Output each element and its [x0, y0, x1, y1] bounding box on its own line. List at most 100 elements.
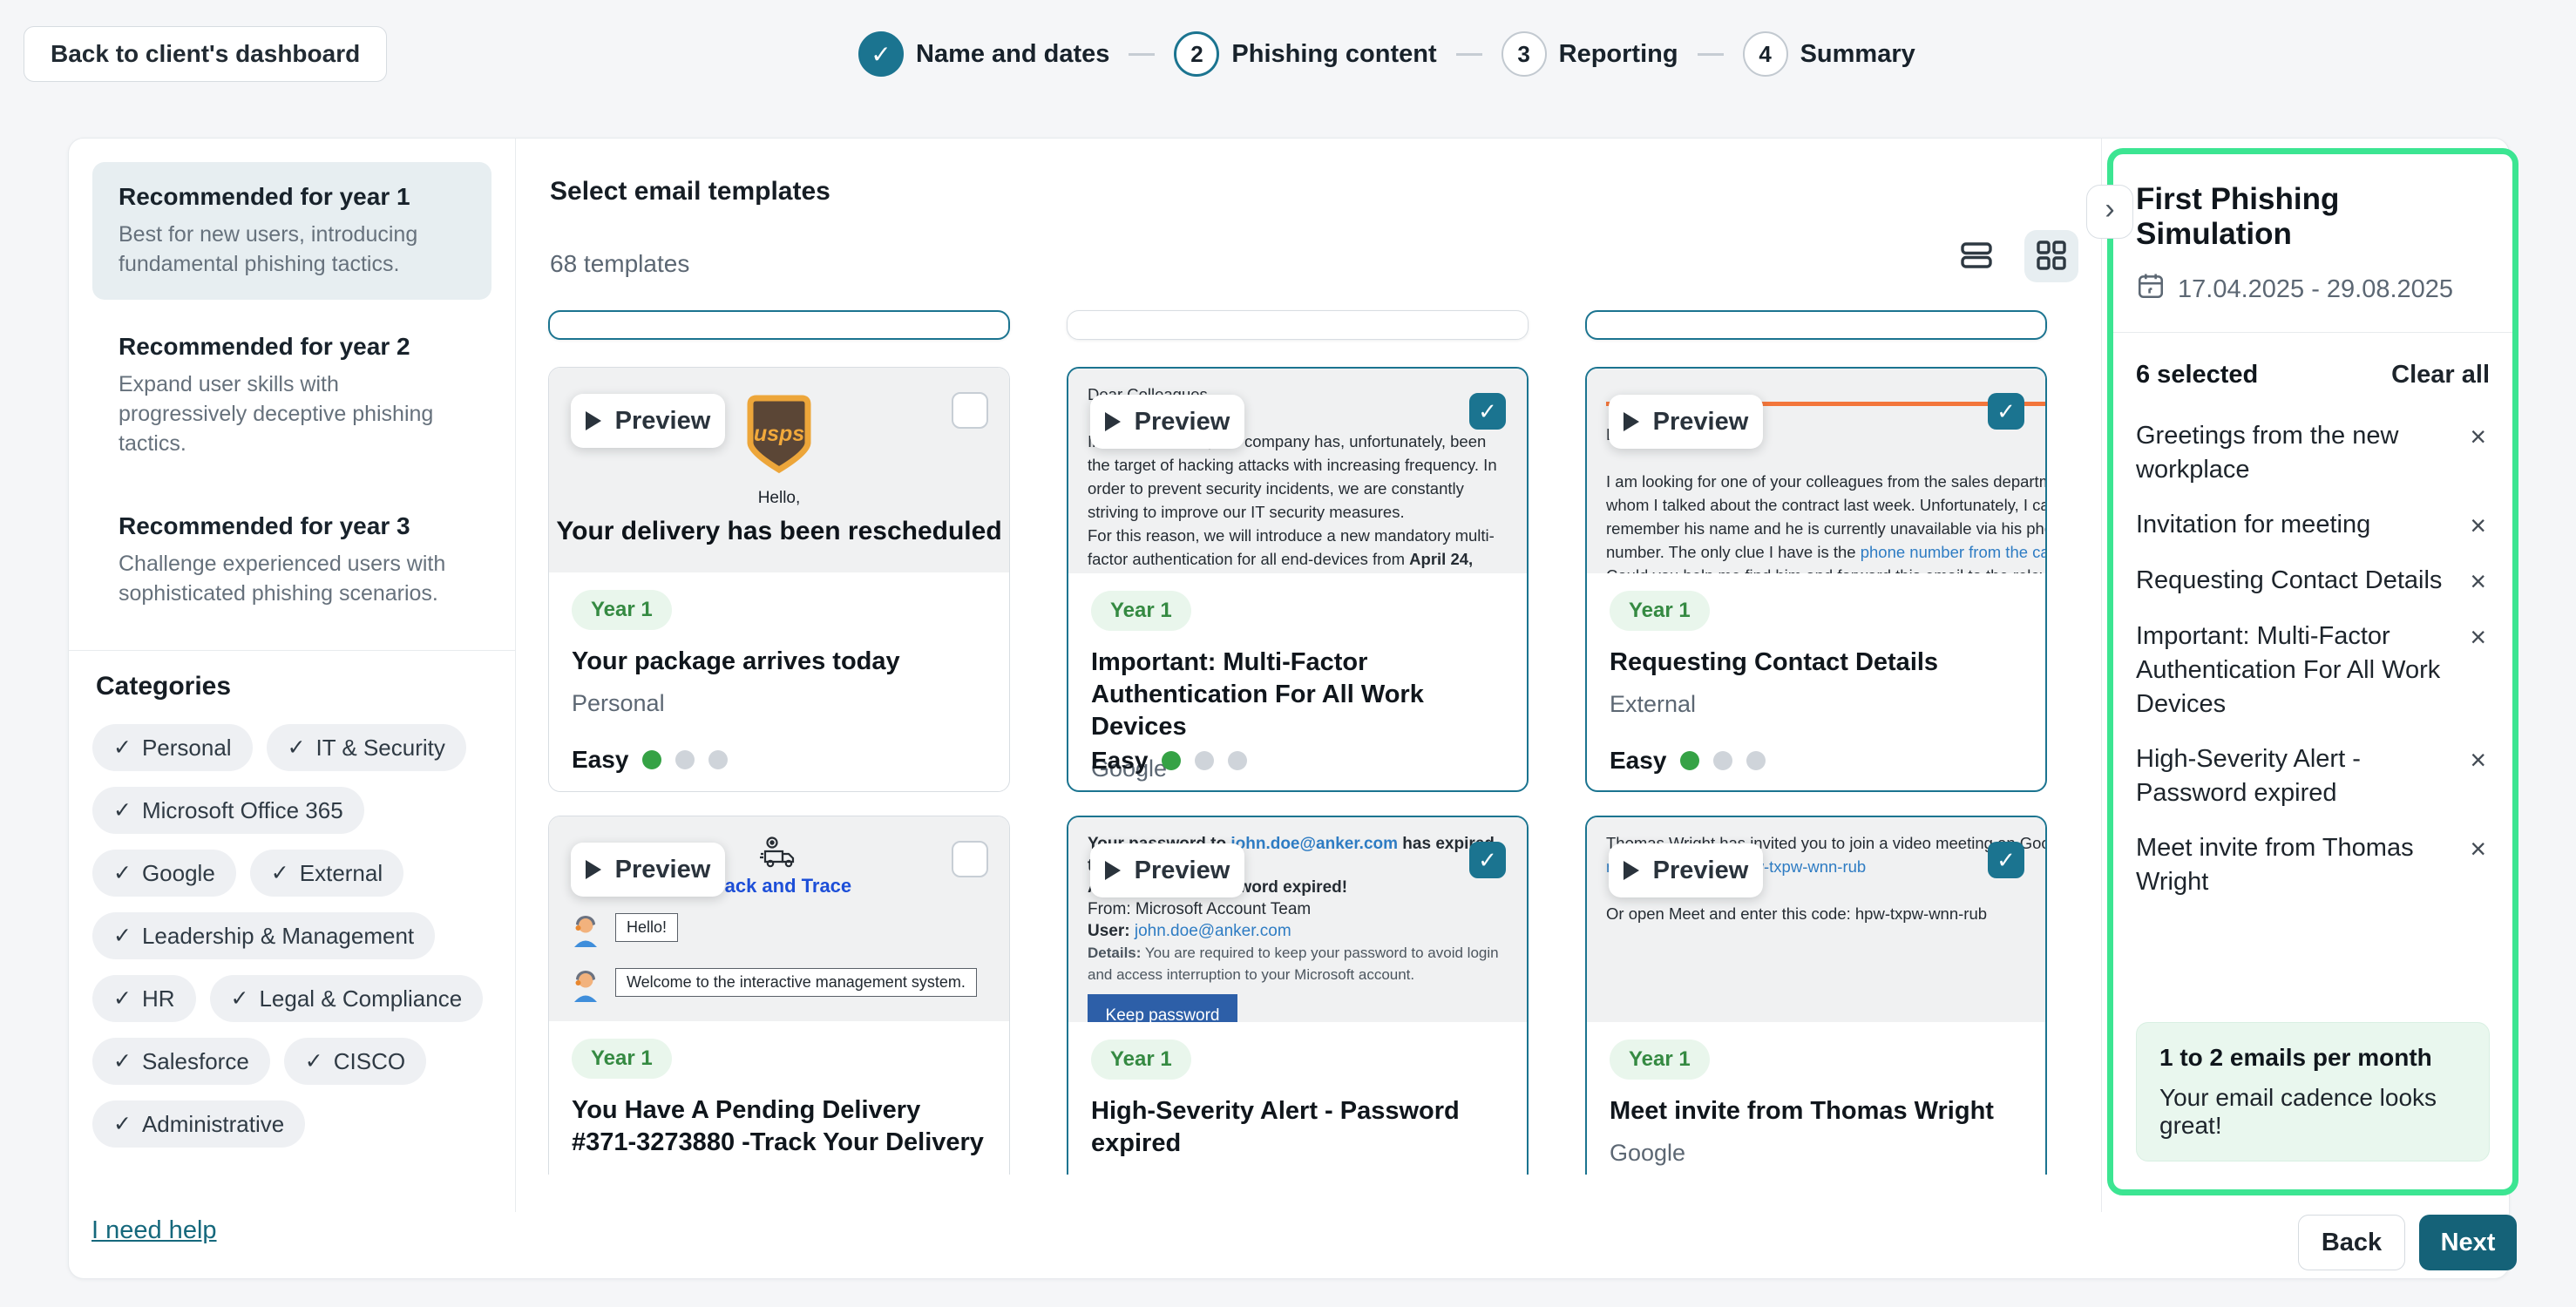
category-chip-external[interactable]: ✓External — [250, 850, 403, 897]
selected-count: 6 selected — [2136, 361, 2258, 389]
check-icon: ✓ — [113, 735, 132, 761]
template-checkbox[interactable]: ✓ — [1988, 393, 2024, 430]
year-badge: Year 1 — [1091, 591, 1191, 631]
keep-password-button[interactable]: Keep password — [1088, 994, 1237, 1022]
category-chip-microsoft-office-365[interactable]: ✓Microsoft Office 365 — [92, 787, 364, 834]
category-chip-legal-compliance[interactable]: ✓Legal & Compliance — [210, 975, 484, 1022]
preview-button[interactable]: Preview — [571, 394, 725, 448]
selected-template-name: Meet invite from Thomas Wright — [2136, 831, 2466, 899]
preview-text-line: Or open Meet and enter this code: hpw-tx… — [1606, 902, 2045, 925]
step-label: Name and dates — [916, 40, 1109, 69]
template-card[interactable]: Dear Sir or Madam, I am looking for one … — [1585, 367, 2047, 792]
check-icon: ✓ — [288, 735, 306, 761]
difficulty-dot — [642, 750, 661, 769]
email-preview-thumbnail: uspsHello,Your delivery has been resched… — [549, 368, 1009, 572]
template-checkbox[interactable] — [952, 841, 988, 877]
step-summary[interactable]: 4Summary — [1743, 31, 1915, 77]
preview-button[interactable]: Preview — [1090, 395, 1244, 449]
template-card[interactable]: Thomas Wright has invited you to join a … — [1585, 816, 2047, 1175]
check-icon: ✓ — [113, 1048, 132, 1074]
template-checkbox[interactable]: ✓ — [1469, 842, 1506, 878]
template-card[interactable]: Your password to john.doe@anker.com has … — [1067, 816, 1529, 1175]
preview-button-label: Preview — [615, 407, 711, 436]
chat-message-row: Hello! — [549, 913, 1009, 952]
template-checkbox[interactable] — [952, 392, 988, 429]
divider — [2113, 332, 2512, 333]
template-card[interactable]: uspsHello,Your delivery has been resched… — [548, 367, 1010, 792]
collapse-panel-button[interactable]: › — [2086, 185, 2133, 239]
preview-button[interactable]: Preview — [1609, 395, 1763, 449]
chip-label: Leadership & Management — [142, 923, 414, 950]
back-button[interactable]: Back — [2298, 1215, 2405, 1270]
template-title: Your package arrives today — [572, 646, 986, 678]
selected-template-name: High-Severity Alert - Password expired — [2136, 742, 2466, 810]
difficulty-dot — [1680, 751, 1699, 770]
preview-button[interactable]: Preview — [1090, 843, 1244, 897]
recommendation-year-3[interactable]: Recommended for year 3Challenge experien… — [92, 491, 491, 629]
preview-button[interactable]: Preview — [1609, 843, 1763, 897]
play-icon — [586, 860, 601, 879]
category-chip-hr[interactable]: ✓HR — [92, 975, 196, 1022]
back-to-dashboard-button[interactable]: Back to client's dashboard — [24, 26, 387, 82]
step-name-and-dates[interactable]: ✓Name and dates — [858, 31, 1109, 77]
help-link[interactable]: I need help — [92, 1216, 217, 1245]
list-view-button[interactable] — [1949, 230, 2003, 282]
cadence-message: Your email cadence looks great! — [2159, 1084, 2466, 1140]
category-chip-personal[interactable]: ✓Personal — [92, 724, 253, 771]
category-chip-google[interactable]: ✓Google — [92, 850, 236, 897]
clear-all-button[interactable]: Clear all — [2391, 361, 2490, 389]
chip-label: HR — [142, 985, 175, 1012]
template-checkbox[interactable]: ✓ — [1469, 393, 1506, 430]
template-card-partial — [1585, 310, 2047, 340]
difficulty-label: Easy — [1610, 747, 1666, 775]
remove-template-button[interactable]: × — [2466, 419, 2490, 454]
categories-title: Categories — [96, 672, 491, 701]
preview-button-label: Preview — [1653, 408, 1749, 437]
template-category: Personal — [572, 690, 986, 717]
selected-template-name: Greetings from the new workplace — [2136, 419, 2466, 487]
preview-button[interactable]: Preview — [571, 843, 725, 897]
remove-template-button[interactable]: × — [2466, 831, 2490, 866]
next-button[interactable]: Next — [2419, 1215, 2517, 1270]
selected-template-item: Requesting Contact Details× — [2136, 564, 2490, 599]
remove-template-button[interactable]: × — [2466, 742, 2490, 777]
grid-view-button[interactable] — [2024, 230, 2078, 282]
simulation-summary-panel: First Phishing Simulation 17.04.2025 - 2… — [2107, 148, 2518, 1195]
step-phishing-content[interactable]: 2Phishing content — [1174, 31, 1436, 77]
remove-template-button[interactable]: × — [2466, 508, 2490, 543]
recommendation-year-2[interactable]: Recommended for year 2Expand user skills… — [92, 312, 491, 479]
remove-template-button[interactable]: × — [2466, 564, 2490, 599]
selected-template-name: Requesting Contact Details — [2136, 564, 2466, 598]
recommendation-year-1[interactable]: Recommended for year 1Best for new users… — [92, 162, 491, 300]
preview-link-text: phone number from the call list — [1861, 543, 2045, 561]
difficulty-dot — [1746, 751, 1766, 770]
play-icon — [1624, 412, 1639, 431]
template-details: Year 1You Have A Pending Delivery #371-3… — [549, 1021, 1009, 1175]
template-title: You Have A Pending Delivery #371-3273880… — [572, 1094, 986, 1159]
category-chip-it-security[interactable]: ✓IT & Security — [267, 724, 466, 771]
chat-message: Welcome to the interactive management sy… — [615, 968, 977, 997]
step-label: Phishing content — [1231, 40, 1436, 69]
email-greeting: Hello, — [549, 489, 1009, 508]
step-label: Reporting — [1559, 40, 1678, 69]
category-chip-administrative[interactable]: ✓Administrative — [92, 1100, 305, 1148]
template-card[interactable]: Track and TraceHello!Welcome to the inte… — [548, 816, 1010, 1175]
preview-text: From: Microsoft Account Team — [1088, 900, 1311, 918]
preview-button-label: Preview — [1135, 857, 1230, 885]
step-reporting[interactable]: 3Reporting — [1502, 31, 1678, 77]
email-preview-thumbnail: Thomas Wright has invited you to join a … — [1587, 817, 2045, 1022]
template-checkbox[interactable]: ✓ — [1988, 842, 2024, 878]
template-count: 68 templates — [550, 250, 689, 278]
category-chip-leadership-management[interactable]: ✓Leadership & Management — [92, 912, 435, 959]
step-connector — [1129, 53, 1155, 56]
preview-link-text: john.doe@anker.com — [1230, 835, 1398, 853]
preview-link-text: john.doe@anker.com — [1135, 922, 1291, 940]
selected-template-item: Greetings from the new workplace× — [2136, 419, 2490, 487]
template-card[interactable]: Dear Colleagues, In recent months, our c… — [1067, 367, 1529, 792]
category-chip-salesforce[interactable]: ✓Salesforce — [92, 1038, 270, 1085]
remove-template-button[interactable]: × — [2466, 620, 2490, 654]
template-details: Year 1Requesting Contact DetailsExternal — [1587, 573, 2045, 735]
panel-divider — [2101, 139, 2102, 1212]
category-chip-cisco[interactable]: ✓CISCO — [284, 1038, 426, 1085]
chat-message: Hello! — [615, 913, 678, 942]
